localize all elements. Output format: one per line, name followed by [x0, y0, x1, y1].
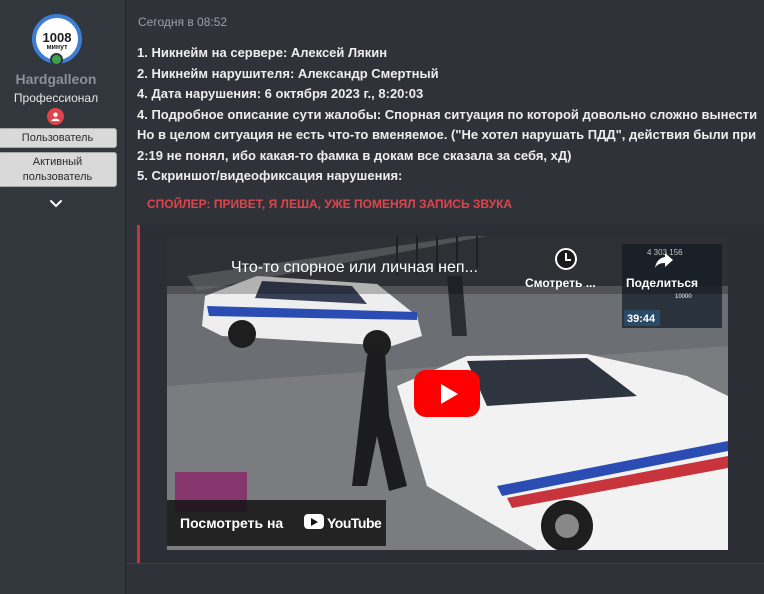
username-link[interactable]: Hardgalleon [0, 71, 112, 87]
post-divider [127, 563, 764, 564]
avatar-unit: минут [46, 43, 68, 51]
chevron-down-icon[interactable] [49, 199, 63, 209]
spoiler-body: 4 303 156 10000 39:44 Что-то спорное или… [137, 225, 764, 563]
video-title[interactable]: Что-то спорное или личная неп... [231, 259, 478, 277]
hud-timer: 39:44 [627, 313, 656, 325]
youtube-embed[interactable]: 4 303 156 10000 39:44 Что-то спорное или… [167, 236, 728, 550]
clock-icon[interactable] [555, 248, 577, 270]
post-body: 1. Никнейм на сервере: Алексей Лякин 2. … [137, 43, 764, 187]
post-line: 4. Дата нарушения: 6 октября 2023 г., 8:… [137, 86, 424, 101]
post-line: 2. Никнейм нарушителя: Александр Смертны… [137, 65, 439, 81]
post-timestamp[interactable]: Сегодня в 08:52 [138, 15, 227, 29]
hud-cash: 10000 [675, 294, 692, 300]
post-line: Но в целом ситуация не есть что-то вменя… [137, 127, 757, 142]
share-icon[interactable] [653, 249, 675, 271]
post-line: 1. Никнейм на сервере: Алексей Лякин [137, 45, 388, 60]
online-status-icon [50, 53, 63, 66]
play-button[interactable] [414, 370, 480, 417]
post-line: 2:19 не понял, ибо какая-то фамка в дока… [137, 147, 572, 163]
post-line: 4. Подробное описание сути жалобы: Спорн… [137, 106, 758, 122]
post-content: Сегодня в 08:52 1. Никнейм на сервере: А… [127, 0, 764, 594]
spoiler-toggle[interactable]: СПОЙЛЕР: ПРИВЕТ, Я ЛЕША, УЖЕ ПОМЕНЯЛ ЗАП… [147, 197, 512, 211]
rank-icon [47, 108, 64, 125]
watch-on-youtube-button[interactable]: Посмотреть на YouTube [167, 500, 386, 546]
share-button[interactable]: Поделиться [626, 276, 698, 290]
watch-on-label: Посмотреть на [180, 515, 284, 531]
user-title: Профессионал [13, 91, 99, 105]
user-badge-user: Пользователь [0, 128, 117, 148]
youtube-wordmark: YouTube [327, 515, 382, 531]
youtube-logo-icon [304, 514, 324, 529]
avatar-number: 1008 [42, 29, 72, 45]
watch-later-button[interactable]: Смотреть ... [525, 276, 596, 290]
user-badge-active: Активный пользователь [0, 152, 117, 187]
user-sidebar: 1008 минут Hardgalleon Профессионал Поль… [0, 0, 126, 594]
post-line: 5. Скриншот/видеофиксация нарушения: [137, 168, 403, 183]
